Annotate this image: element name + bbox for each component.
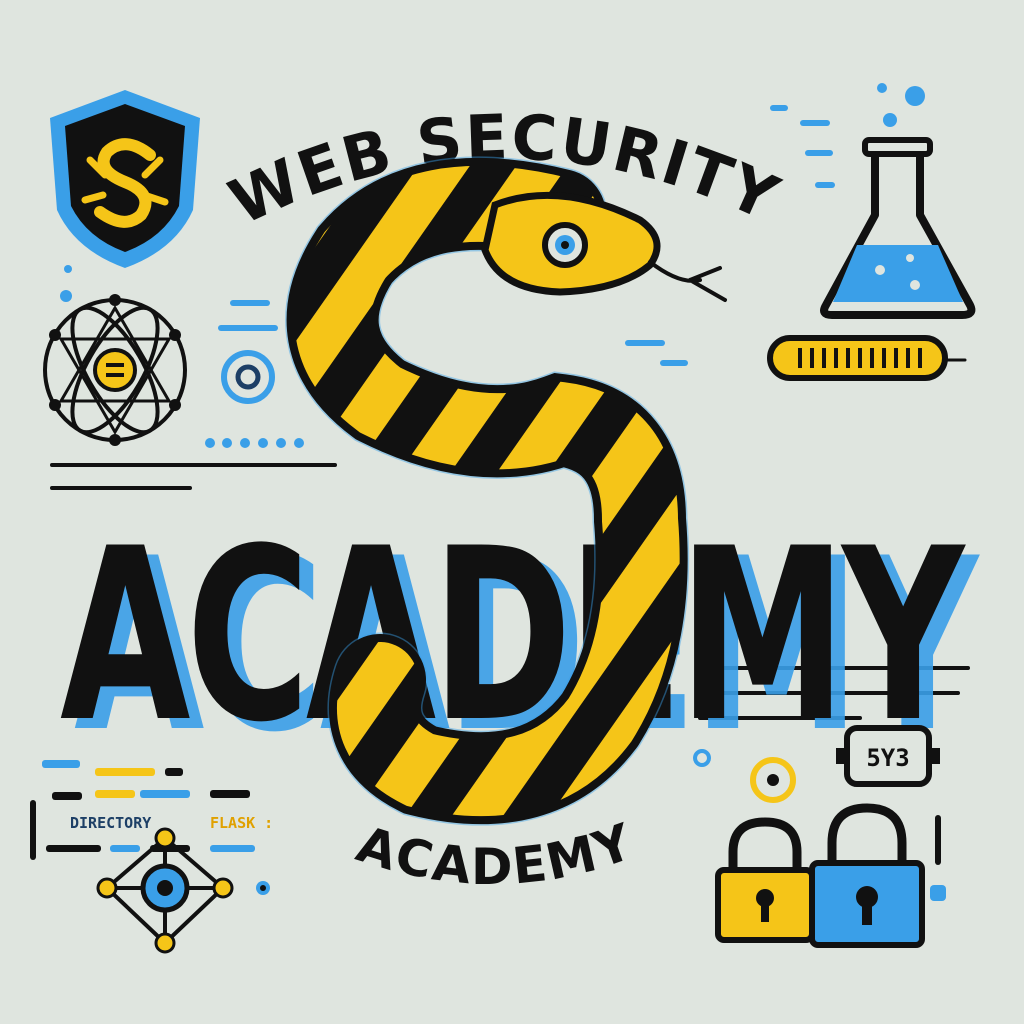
padlock-blue-icon [809, 803, 925, 948]
atom-icon [43, 294, 187, 446]
logo-canvas: WEB SECURITY ACADEMY ACADEMY DIRECTORY F… [30, 83, 986, 954]
target-ring-icon [221, 350, 275, 404]
code-badge: 5Y3 [836, 725, 940, 787]
flask-icon [820, 83, 976, 319]
code-word-flask: FLASK : [210, 814, 273, 832]
thermometer-icon [767, 335, 948, 381]
badge-text: 5Y3 [866, 744, 909, 772]
padlock-yellow-icon [715, 817, 815, 943]
code-word-directory: DIRECTORY [70, 814, 151, 832]
shield-icon [50, 90, 200, 268]
